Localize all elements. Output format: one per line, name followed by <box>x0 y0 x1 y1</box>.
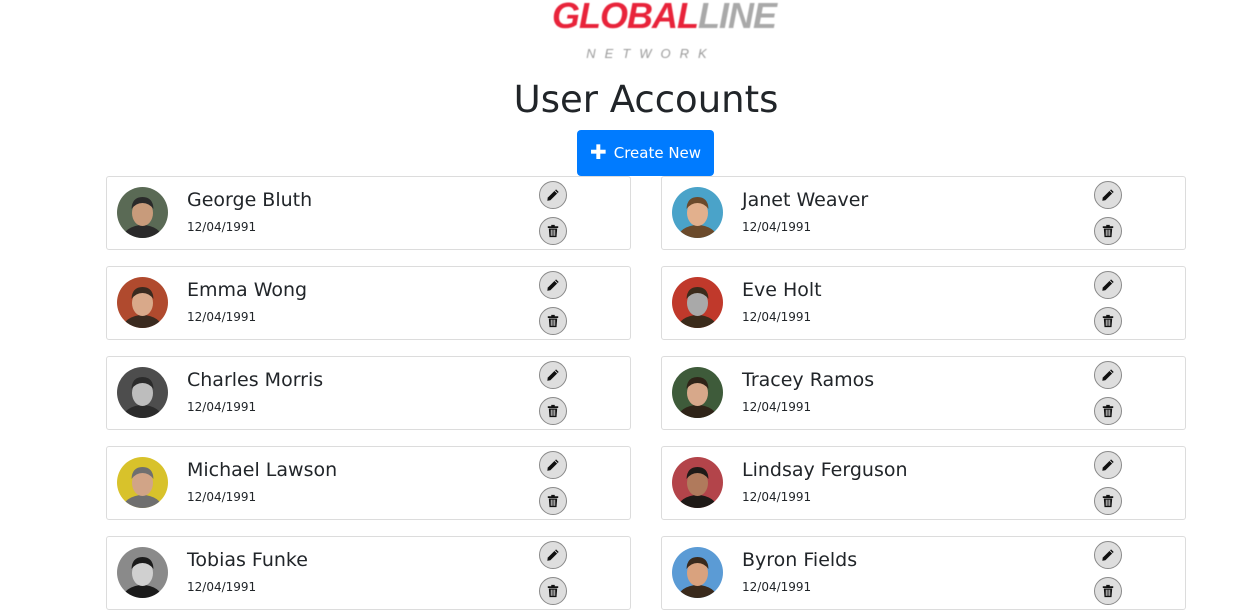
user-card: Michael Lawson 12/04/1991 <box>106 446 631 520</box>
pencil-icon <box>1102 459 1114 471</box>
avatar <box>117 547 168 598</box>
logo-subtext: NETWORK <box>586 46 716 61</box>
user-date: 12/04/1991 <box>187 400 257 414</box>
user-name: Emma Wong <box>187 279 308 301</box>
user-card: Janet Weaver 12/04/1991 <box>661 176 1186 250</box>
edit-user-button[interactable] <box>1094 361 1122 389</box>
user-date: 12/04/1991 <box>742 400 812 414</box>
edit-user-button[interactable] <box>1094 181 1122 209</box>
avatar <box>672 277 723 328</box>
edit-user-button[interactable] <box>1094 271 1122 299</box>
user-name: Eve Holt <box>742 279 822 301</box>
user-card: Byron Fields 12/04/1991 <box>661 536 1186 610</box>
edit-user-button[interactable] <box>539 361 567 389</box>
edit-user-button[interactable] <box>1094 541 1122 569</box>
pencil-icon <box>547 459 559 471</box>
user-date: 12/04/1991 <box>742 220 812 234</box>
edit-user-button[interactable] <box>539 541 567 569</box>
user-name: Tracey Ramos <box>742 369 875 391</box>
user-card: Charles Morris 12/04/1991 <box>106 356 631 430</box>
delete-user-button[interactable] <box>539 307 567 335</box>
page-title: User Accounts <box>513 78 779 121</box>
create-new-label: Create New <box>613 144 702 162</box>
delete-user-button[interactable] <box>539 397 567 425</box>
pencil-icon <box>547 189 559 201</box>
logo-text-primary: GLOBAL <box>552 0 699 36</box>
user-card: Emma Wong 12/04/1991 <box>106 266 631 340</box>
delete-user-button[interactable] <box>539 487 567 515</box>
logo-text-secondary: LINE <box>697 0 777 36</box>
user-card: George Bluth 12/04/1991 <box>106 176 631 250</box>
create-new-button[interactable]: ✚ Create New <box>577 130 714 176</box>
edit-user-button[interactable] <box>539 181 567 209</box>
delete-user-button[interactable] <box>539 217 567 245</box>
trash-icon <box>547 404 559 418</box>
user-card: Tracey Ramos 12/04/1991 <box>661 356 1186 430</box>
delete-user-button[interactable] <box>1094 217 1122 245</box>
pencil-icon <box>547 369 559 381</box>
avatar <box>117 187 168 238</box>
delete-user-button[interactable] <box>1094 487 1122 515</box>
edit-user-button[interactable] <box>539 271 567 299</box>
delete-user-button[interactable] <box>1094 397 1122 425</box>
globaline-logo: GLOBALLINE NETWORK <box>552 0 777 66</box>
avatar <box>672 547 723 598</box>
user-date: 12/04/1991 <box>187 310 257 324</box>
pencil-icon <box>1102 279 1114 291</box>
avatar <box>117 457 168 508</box>
trash-icon <box>1102 494 1114 508</box>
trash-icon <box>1102 404 1114 418</box>
pencil-icon <box>547 279 559 291</box>
pencil-icon <box>1102 549 1114 561</box>
user-date: 12/04/1991 <box>742 580 812 594</box>
edit-user-button[interactable] <box>539 451 567 479</box>
delete-user-button[interactable] <box>1094 577 1122 605</box>
trash-icon <box>547 224 559 238</box>
avatar <box>672 457 723 508</box>
edit-user-button[interactable] <box>1094 451 1122 479</box>
user-name: Tobias Funke <box>187 549 308 571</box>
trash-icon <box>547 494 559 508</box>
user-name: Janet Weaver <box>742 189 869 211</box>
avatar <box>117 277 168 328</box>
user-date: 12/04/1991 <box>742 490 812 504</box>
delete-user-button[interactable] <box>1094 307 1122 335</box>
avatar <box>672 187 723 238</box>
logo-wordmark: GLOBALLINE <box>552 0 777 36</box>
delete-user-button[interactable] <box>539 577 567 605</box>
pencil-icon <box>1102 189 1114 201</box>
user-name: George Bluth <box>187 189 313 211</box>
user-date: 12/04/1991 <box>187 220 257 234</box>
user-date: 12/04/1991 <box>187 580 257 594</box>
user-card-grid: George Bluth 12/04/1991 Janet Weaver 12/… <box>106 176 1186 610</box>
pencil-icon <box>1102 369 1114 381</box>
trash-icon <box>547 584 559 598</box>
user-name: Michael Lawson <box>187 459 338 481</box>
user-card: Lindsay Ferguson 12/04/1991 <box>661 446 1186 520</box>
user-date: 12/04/1991 <box>742 310 812 324</box>
trash-icon <box>547 314 559 328</box>
user-date: 12/04/1991 <box>187 490 257 504</box>
avatar <box>672 367 723 418</box>
user-card: Tobias Funke 12/04/1991 <box>106 536 631 610</box>
trash-icon <box>1102 314 1114 328</box>
avatar <box>117 367 168 418</box>
trash-icon <box>1102 584 1114 598</box>
plus-icon: ✚ <box>589 140 607 164</box>
user-name: Byron Fields <box>742 549 858 571</box>
pencil-icon <box>547 549 559 561</box>
user-name: Charles Morris <box>187 369 324 391</box>
trash-icon <box>1102 224 1114 238</box>
user-accounts-page: GLOBALLINE NETWORK User Accounts ✚ Creat… <box>0 0 1259 611</box>
user-name: Lindsay Ferguson <box>742 459 908 481</box>
user-card: Eve Holt 12/04/1991 <box>661 266 1186 340</box>
